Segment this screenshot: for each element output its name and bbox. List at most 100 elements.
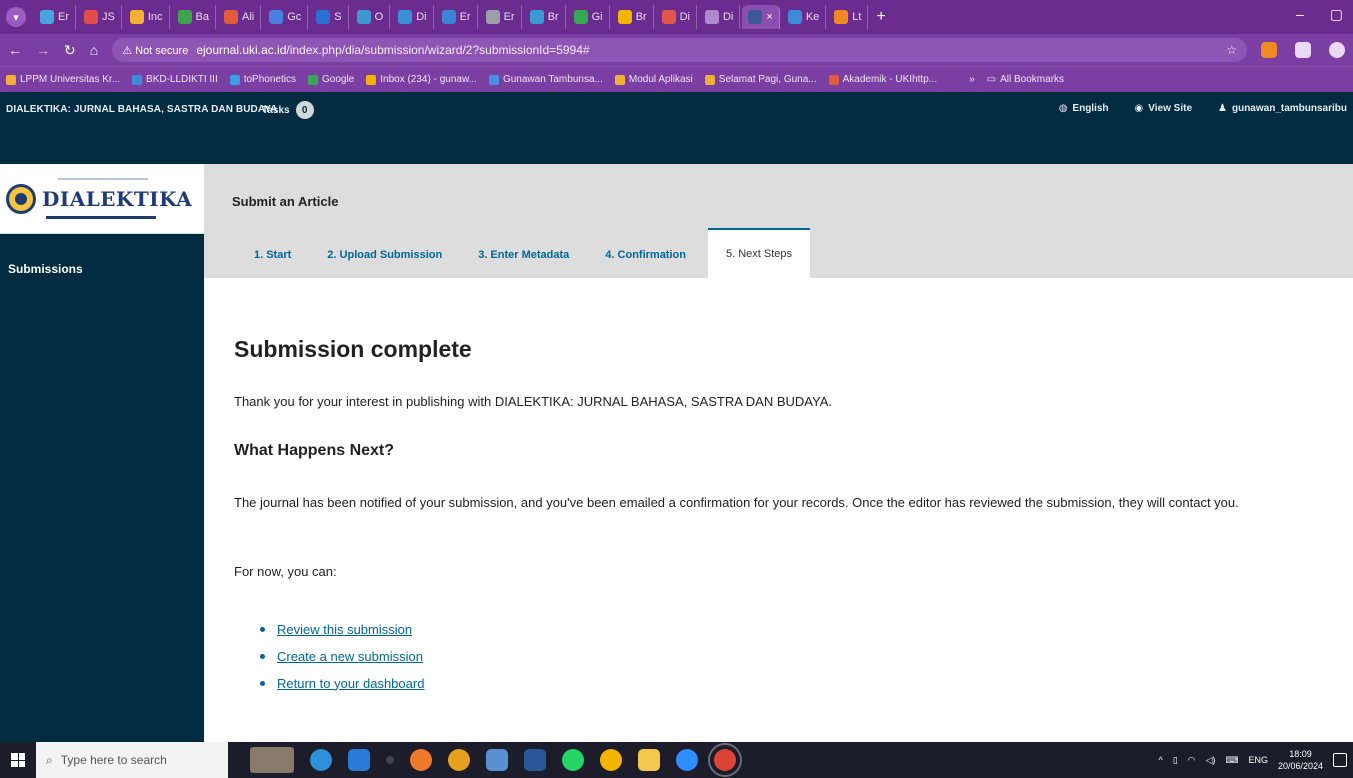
- browser-tab[interactable]: Di: [699, 5, 741, 29]
- browser-tab[interactable]: Inc: [124, 5, 170, 29]
- browser-tab[interactable]: Br: [612, 5, 654, 29]
- list-item: Return to your dashboard: [260, 672, 424, 694]
- bookmark-favicon-icon: [229, 74, 240, 85]
- home-icon[interactable]: ⌂: [90, 42, 98, 58]
- browser-tab[interactable]: S: [310, 5, 349, 29]
- task-view-thumbnail-icon[interactable]: [250, 747, 294, 773]
- network-icon[interactable]: ◠: [1188, 755, 1196, 766]
- language-menu[interactable]: ◍ English: [1059, 103, 1109, 114]
- edge-icon[interactable]: [310, 749, 332, 771]
- not-secure-badge[interactable]: ⚠ Not secure: [122, 44, 188, 57]
- browser-tab[interactable]: Di: [392, 5, 434, 29]
- browser-tab[interactable]: ×: [742, 5, 780, 29]
- browser-tab[interactable]: Ali: [218, 5, 262, 29]
- tab-favicon-icon: [224, 10, 238, 24]
- bookmark-favicon-icon: [614, 74, 625, 85]
- back-icon[interactable]: ←: [8, 42, 22, 58]
- bookmark-item[interactable]: Inbox (234) - gunaw...: [366, 74, 477, 85]
- browser-tab[interactable]: O: [351, 5, 391, 29]
- more-bookmarks-button[interactable]: »: [969, 74, 975, 85]
- tab-search-icon[interactable]: ▾: [6, 7, 26, 27]
- tab-upload-submission[interactable]: 2. Upload Submission: [309, 232, 460, 278]
- windows-logo-icon: [11, 753, 25, 767]
- browser-tab[interactable]: Br: [524, 5, 566, 29]
- clock[interactable]: 18:09 20/06/2024: [1278, 748, 1323, 772]
- bullet-icon: [260, 653, 265, 659]
- zoom-icon[interactable]: [676, 749, 698, 771]
- url-field[interactable]: ⚠ Not secure ejournal.uki.ac.id/index.ph…: [112, 38, 1247, 62]
- browser-tab[interactable]: Er: [34, 5, 76, 29]
- browser-tab[interactable]: Er: [480, 5, 522, 29]
- firefox-icon[interactable]: [410, 749, 432, 771]
- language-indicator[interactable]: ENG: [1248, 755, 1268, 765]
- bookmark-item[interactable]: LPPM Universitas Kr...: [6, 74, 120, 85]
- tab-label: Br: [547, 11, 559, 23]
- new-tab-button[interactable]: +: [870, 5, 904, 29]
- tab-start[interactable]: 1. Start: [232, 232, 309, 278]
- whatsapp-icon[interactable]: [562, 749, 584, 771]
- bookmark-item[interactable]: Gunawan Tambunsa...: [488, 74, 603, 85]
- view-site-link[interactable]: ◉ View Site: [1135, 103, 1192, 114]
- taskbar-search[interactable]: ⌕ Type here to search: [36, 742, 228, 778]
- bookmark-star-icon[interactable]: ☆: [1226, 43, 1237, 57]
- restore-icon[interactable]: ▢: [1330, 6, 1343, 23]
- review-submission-link[interactable]: Review this submission: [277, 622, 412, 637]
- app-icon[interactable]: [386, 756, 394, 764]
- journal-logo[interactable]: DIALEKTIKA: [0, 164, 204, 234]
- tab-favicon-icon: [84, 10, 98, 24]
- tab-confirmation[interactable]: 4. Confirmation: [587, 232, 704, 278]
- tab-label: Gc: [287, 11, 302, 23]
- bookmark-label: toPhonetics: [243, 74, 296, 85]
- browser-tab[interactable]: Ba: [172, 5, 216, 29]
- browser-tab[interactable]: JS: [78, 5, 122, 29]
- word-icon[interactable]: [524, 749, 546, 771]
- reload-icon[interactable]: ↻: [64, 42, 76, 59]
- keyboard-icon[interactable]: ⌨: [1225, 755, 1238, 766]
- context-title-link[interactable]: DIALEKTIKA: JURNAL BAHASA, SASTRA DAN BU…: [6, 104, 277, 115]
- notification-icon[interactable]: [1333, 753, 1347, 767]
- bookmark-item[interactable]: Modul Aplikasi: [614, 74, 693, 85]
- profile-avatar-icon[interactable]: [1329, 42, 1345, 58]
- tab-label: Ali: [242, 11, 255, 23]
- return-dashboard-link[interactable]: Return to your dashboard: [277, 676, 424, 691]
- chevron-up-icon[interactable]: ^: [1158, 755, 1162, 765]
- bookmark-item[interactable]: toPhonetics: [229, 74, 296, 85]
- chrome-profile-icon[interactable]: [600, 749, 622, 771]
- forward-icon[interactable]: →: [36, 42, 50, 58]
- user-menu[interactable]: ♟ gunawan_tambunsaribu: [1218, 103, 1347, 114]
- extensions-puzzle-icon[interactable]: [1295, 42, 1311, 58]
- bookmark-favicon-icon: [132, 74, 143, 85]
- tab-next-steps[interactable]: 5. Next Steps: [707, 228, 811, 278]
- battery-icon[interactable]: ▯: [1173, 755, 1178, 766]
- browser-tab[interactable]: Gc: [263, 5, 309, 29]
- bookmark-item[interactable]: Selamat Pagi, Guna...: [704, 74, 817, 85]
- browser-tab[interactable]: Ke: [782, 5, 827, 29]
- bookmark-label: LPPM Universitas Kr...: [20, 74, 121, 85]
- bookmark-item[interactable]: BKD-LLDIKTI III: [132, 74, 218, 85]
- minimize-icon[interactable]: –: [1296, 6, 1304, 23]
- file-explorer-icon[interactable]: [638, 749, 660, 771]
- start-button[interactable]: [0, 742, 36, 778]
- sidebar-item-submissions[interactable]: Submissions: [8, 262, 83, 276]
- url-text: ejournal.uki.ac.id/index.php/dia/submiss…: [196, 43, 590, 57]
- chrome-icon[interactable]: [448, 749, 470, 771]
- app-icon[interactable]: [486, 749, 508, 771]
- browser-tab[interactable]: Gi: [568, 5, 610, 29]
- search-placeholder: Type here to search: [60, 753, 167, 767]
- browser-tab[interactable]: Er: [436, 5, 478, 29]
- store-icon[interactable]: [348, 749, 370, 771]
- extension-icon[interactable]: [1261, 42, 1277, 58]
- tab-enter-metadata[interactable]: 3. Enter Metadata: [460, 232, 587, 278]
- eye-icon: ◉: [1134, 103, 1144, 114]
- browser-tab[interactable]: Di: [656, 5, 697, 29]
- volume-icon[interactable]: ◁): [1206, 755, 1216, 766]
- browser-tab[interactable]: Lt: [828, 5, 869, 29]
- chrome-active-icon[interactable]: [708, 743, 742, 777]
- extensions-area: [1261, 42, 1345, 58]
- logo-decoration: [58, 178, 148, 180]
- all-bookmarks-button[interactable]: ▭ All Bookmarks: [987, 74, 1064, 85]
- tasks-button[interactable]: Tasks 0: [262, 101, 314, 119]
- bookmark-item[interactable]: Google: [307, 74, 354, 85]
- create-submission-link[interactable]: Create a new submission: [277, 649, 423, 664]
- bookmark-item[interactable]: Akademik - UKIhttp...: [828, 74, 937, 85]
